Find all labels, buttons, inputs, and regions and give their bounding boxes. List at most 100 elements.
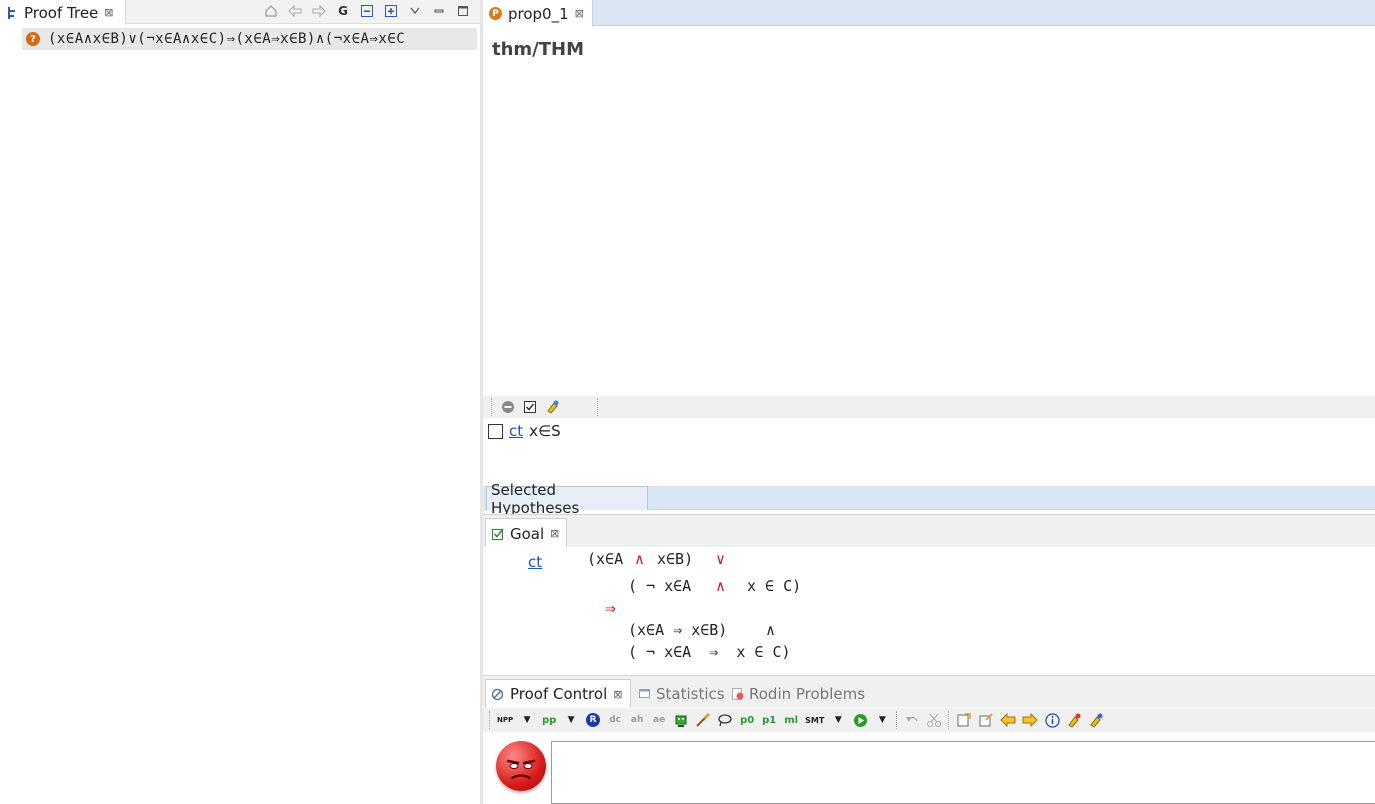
proof-control-icon [491,688,504,701]
rodin-problems-icon [731,687,745,701]
close-icon[interactable]: ⊠ [104,6,113,19]
tab-rodin-problems-label: Rodin Problems [749,684,866,703]
lasso-robot-icon[interactable] [673,711,689,729]
undischarged-node-icon: ? [26,32,40,46]
tab-statistics[interactable]: Statistics [638,679,725,708]
tab-statistics-label: Statistics [656,684,725,703]
proof-control-tabbar: Proof Control ⊠ Statistics Rodin Problem… [483,675,1375,708]
p0-button[interactable]: p0 [739,711,755,729]
ah-button[interactable]: ah [629,711,645,729]
goal-text: (x∈A [587,550,624,568]
rewrite-hypothesis-icon[interactable] [545,399,561,415]
maximize-icon[interactable] [454,2,472,20]
goal-operator-and[interactable]: ∧ [716,577,725,595]
lasso-icon[interactable] [717,711,733,729]
selected-hypotheses-bar: Selected Hypotheses [483,481,1375,517]
review-icon: R [586,713,601,727]
toolbar-separator [491,398,493,416]
goal-icon [491,527,505,541]
proof-control-toolbar: NPP ▼ pp ▼ R dc ah ae p0 p1 ml SMT ▼ ▼ [483,708,1375,732]
search-hypothesis-icon[interactable] [1066,711,1082,729]
hypotheses-area: ct x∈S [483,418,1375,486]
run-dropdown-icon[interactable]: ▼ [874,711,890,729]
proof-status-face-icon [496,741,546,791]
npp-dropdown-icon[interactable]: ▼ [519,711,535,729]
proof-tree-panel: Proof Tree ⊠ G ? (x∈A∧x∈B)∨(¬x∈A∧x∈C)⇒(x… [0,0,480,804]
back-arrow-icon[interactable] [286,2,304,20]
minimize-icon[interactable] [430,2,448,20]
goal-tabbar: Goal ⊠ [483,514,1375,548]
smt-dropdown-icon[interactable]: ▼ [830,711,846,729]
view-menu-icon[interactable] [406,2,424,20]
proof-tree-icon [6,6,18,20]
goal-filter-button[interactable]: G [334,2,352,20]
previous-goal-icon[interactable] [1000,711,1016,729]
tab-proof-tree[interactable]: Proof Tree ⊠ [0,0,126,25]
npp-button[interactable]: NPP [497,711,513,729]
run-icon[interactable] [852,711,868,729]
proof-control-input[interactable] [551,741,1375,804]
proof-control-area [483,732,1375,804]
p1-button[interactable]: p1 [761,711,777,729]
tab-rodin-problems[interactable]: Rodin Problems [731,679,865,708]
collapse-all-icon[interactable] [358,2,376,20]
pp-button[interactable]: pp [541,711,557,729]
goal-text: ( ¬ x∈A ⇒ x ∈ C) [628,643,791,661]
dc-button[interactable]: dc [607,711,623,729]
tab-proof-control-label: Proof Control [510,685,608,703]
select-all-checkbox-icon[interactable] [523,400,537,414]
po-title: thm/THM [492,39,585,60]
goal-operator-and[interactable]: ∧ [635,550,644,568]
info-icon[interactable] [1044,711,1060,729]
goal-area: ct (x∈A ∧ x∈B) ∨ ( ¬ x∈A ∧ x ∈ C) ⇒ (x∈A… [483,547,1375,673]
tab-proof-control[interactable]: Proof Control ⊠ [485,679,631,708]
remove-hypothesis-icon[interactable] [501,400,515,414]
proof-tree-node[interactable]: ? (x∈A∧x∈B)∨(¬x∈A∧x∈C)⇒(x∈A⇒x∈B)∧(¬x∈A⇒x… [22,28,477,50]
next-goal-icon[interactable] [1022,711,1039,729]
hypothesis-tactic-link[interactable]: ct [509,422,523,440]
goal-tactic-link[interactable]: ct [528,553,542,571]
smt-button[interactable]: SMT [805,711,824,729]
toolbar-separator [948,711,950,729]
ml-button[interactable]: ml [783,711,799,729]
tab-proof-tree-label: Proof Tree [24,3,99,22]
tab-prop0-1-label: prop0_1 [508,4,569,23]
forward-arrow-icon[interactable] [310,2,328,20]
close-icon[interactable]: ⊠ [613,688,622,701]
goal-text: ( ¬ x∈A [628,577,692,595]
tab-goal[interactable]: Goal ⊠ [485,518,567,548]
brush-icon[interactable] [695,711,711,729]
goal-text: x ∈ C) [747,577,802,595]
goal-operator-and: ∧ [766,621,776,639]
close-icon[interactable]: ⊠ [550,527,559,540]
tab-selected-hypotheses[interactable]: Selected Hypotheses [486,481,648,517]
paste-proof-icon[interactable] [978,711,994,729]
hypothesis-predicate: x∈S [529,422,561,440]
statistics-icon [638,687,651,700]
proof-obligation-editor: thm/THM [483,27,1375,397]
hypothesis-row: ct x∈S [488,422,561,440]
home-icon[interactable] [262,2,280,20]
toolbar-separator [896,711,898,729]
prune-scissors-icon[interactable] [926,711,942,729]
review-button[interactable]: R [585,711,601,729]
copy-proof-icon[interactable] [956,711,972,729]
ae-button[interactable]: ae [651,711,667,729]
proof-tree-tabbar: Proof Tree ⊠ G [0,0,480,25]
hypothesis-checkbox[interactable] [488,423,503,439]
undo-icon[interactable] [904,711,920,729]
close-icon[interactable]: ⊠ [575,7,584,20]
hypotheses-toolbar [483,396,1375,418]
toolbar-separator [489,711,491,729]
goal-operator-or[interactable]: ∨ [716,550,725,568]
goal-text: (x∈A ⇒ x∈B) [628,621,728,639]
cache-hypothesis-icon[interactable] [1088,711,1104,729]
editor-tabbar: P prop0_1 ⊠ [483,0,1375,27]
goal-operator-implies[interactable]: ⇒ [605,598,616,619]
expand-all-icon[interactable] [382,2,400,20]
pp-dropdown-icon[interactable]: ▼ [563,711,579,729]
proof-tree-node-label: (x∈A∧x∈B)∨(¬x∈A∧x∈C)⇒(x∈A⇒x∈B)∧(¬x∈A⇒x∈C [48,31,406,47]
proof-tree-toolbar: G [262,1,472,21]
tab-prop0-1[interactable]: P prop0_1 ⊠ [483,0,593,27]
toolbar-separator [597,398,599,416]
